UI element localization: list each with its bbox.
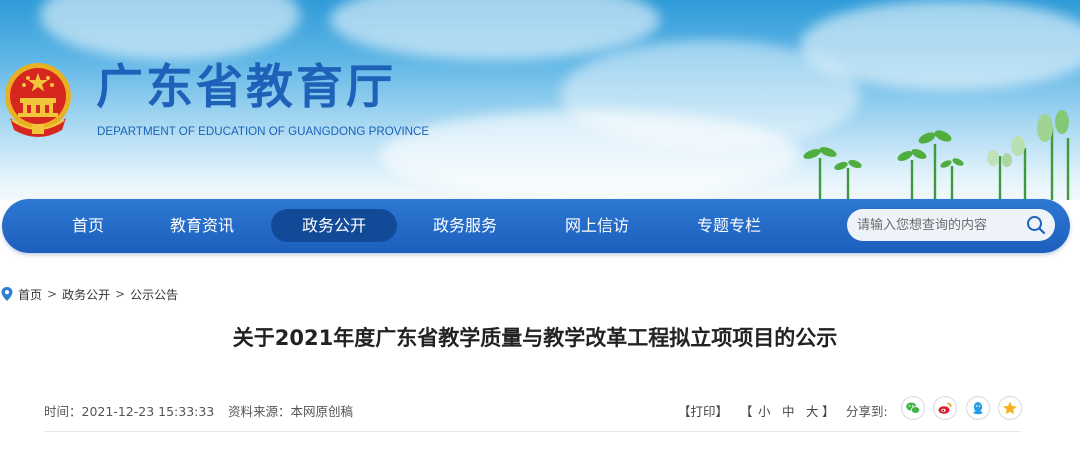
weibo-icon [938,402,952,414]
share-qq-button[interactable] [966,396,990,420]
national-emblem-icon [5,63,71,137]
article-title: 关于2021年度广东省教学质量与教学改革工程拟立项项目的公示 [232,326,838,350]
cloud-decoration [380,110,800,200]
print-button[interactable]: 【打印】 [678,401,728,420]
header-banner: 广东省教育厅 DEPARTMENT OF EDUCATION OF GUANGD… [0,0,1080,200]
share-weibo-button[interactable] [933,396,957,420]
qzone-icon [1003,401,1017,415]
sprouts-decoration [803,110,1070,200]
breadcrumb-separator: > [115,287,126,301]
cloud-decoration [330,0,660,60]
font-medium-button[interactable]: 中 [782,401,795,420]
breadcrumb-announcements[interactable]: 公示公告 [130,286,178,303]
search-input[interactable] [857,209,1017,241]
nav-item-home[interactable]: 首页 [25,209,151,242]
nav-item-government-services[interactable]: 政务服务 [402,209,528,242]
site-subtitle: DEPARTMENT OF EDUCATION OF GUANGDONG PRO… [97,125,430,138]
nav-item-government-affairs[interactable]: 政务公开 [271,209,397,242]
nav-item-education-news[interactable]: 教育资讯 [139,209,265,242]
nav-item-online-petition[interactable]: 网上信访 [534,209,660,242]
main-nav: 首页 教育资讯 政务公开 政务服务 网上信访 专题专栏 [2,199,1070,253]
search-icon[interactable] [1025,214,1047,236]
font-size-bracket-open: 【 [740,404,753,419]
nav-item-special-topics[interactable]: 专题专栏 [666,209,792,242]
share-label: 分享到: [846,404,888,419]
breadcrumb-home[interactable]: 首页 [18,286,42,303]
share-wechat-button[interactable] [901,396,925,420]
site-title: 广东省教育厅 [96,60,396,115]
breadcrumb: 首页 > 政务公开 > 公示公告 [0,285,178,303]
font-large-button[interactable]: 大 [806,401,819,420]
font-size-bracket-close: 】 [822,404,835,419]
qq-icon [973,402,983,415]
location-pin-icon [1,287,13,301]
share-qzone-button[interactable] [998,396,1022,420]
article-source: 资料来源：本网原创稿 [228,404,354,419]
search-box [847,209,1055,241]
breadcrumb-separator: > [47,287,58,301]
cloud-decoration [800,0,1080,90]
divider [44,431,1021,432]
publish-time: 时间：2021-12-23 15:33:33 [44,404,215,419]
breadcrumb-government-affairs[interactable]: 政务公开 [62,286,110,303]
wechat-icon [906,402,921,414]
font-small-button[interactable]: 小 [758,401,771,420]
cloud-decoration [40,0,300,60]
